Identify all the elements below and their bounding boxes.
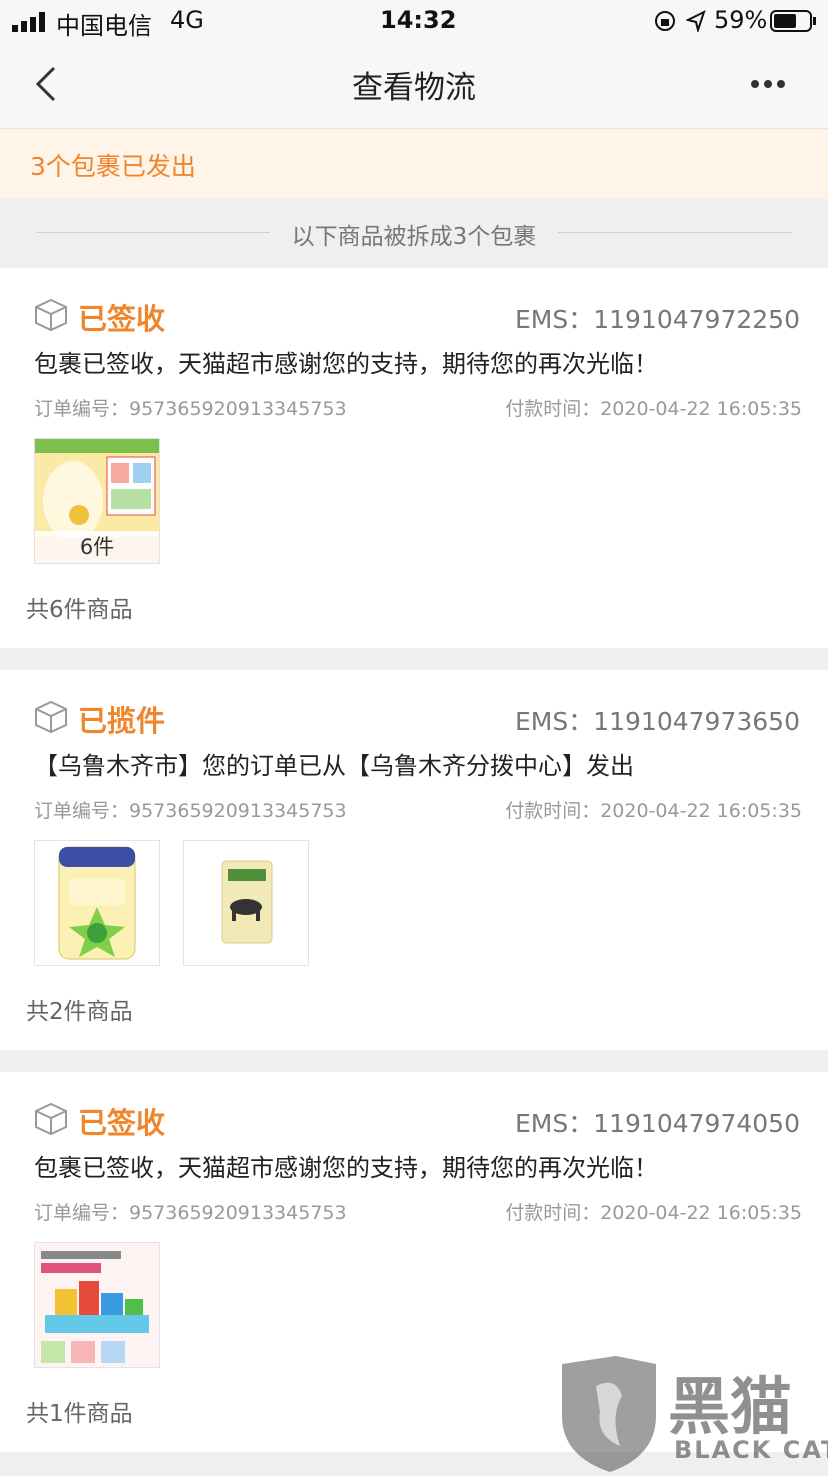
order-number: 订单编号：957365920913345753 bbox=[34, 398, 347, 420]
item-count: 共2件商品 bbox=[26, 999, 133, 1025]
more-icon[interactable] bbox=[750, 78, 786, 90]
banner-text: 3个包裹已发出 bbox=[30, 152, 196, 181]
nav-bar: 查看物流 bbox=[0, 42, 828, 129]
tracking-number[interactable]: EMS：1191047974050 bbox=[515, 1104, 800, 1140]
status-bar: 中国电信 4G 14:32 59% bbox=[0, 0, 828, 42]
tracking-message: 【乌鲁木齐市】您的订单已从【乌鲁木齐分拨中心】发出 bbox=[34, 752, 634, 780]
tracking-message: 包裹已签收，天猫超市感谢您的支持，期待您的再次光临！ bbox=[34, 350, 658, 378]
tracking-number[interactable]: EMS：1191047973650 bbox=[515, 702, 800, 738]
battery-icon bbox=[770, 10, 816, 32]
package-box-icon bbox=[35, 700, 67, 734]
package-box-icon bbox=[35, 298, 67, 332]
clock: 14:32 bbox=[380, 6, 457, 34]
watermark-en-text: BLACK CAT bbox=[674, 1436, 828, 1464]
package-status: 已签收 bbox=[78, 302, 166, 336]
package-status: 已揽件 bbox=[78, 704, 166, 738]
battery-percent: 59% bbox=[714, 6, 768, 34]
tracking-number[interactable]: EMS：1191047972250 bbox=[515, 300, 800, 336]
product-thumbnail[interactable] bbox=[183, 840, 309, 966]
quantity-badge: 6件 bbox=[35, 531, 159, 563]
payment-time: 付款时间：2020-04-22 16:05:35 bbox=[505, 1202, 802, 1224]
milk-can-image bbox=[35, 841, 159, 965]
shipment-banner: 3个包裹已发出 bbox=[0, 129, 828, 199]
watermark-cn-text: 黑猫 bbox=[668, 1370, 793, 1443]
order-number: 订单编号：957365920913345753 bbox=[34, 800, 347, 822]
package-card[interactable]: 已签收 EMS：1191047972250 包裹已签收，天猫超市感谢您的支持，期… bbox=[0, 268, 828, 648]
package-card[interactable]: 已揽件 EMS：1191047973650 【乌鲁木齐市】您的订单已从【乌鲁木齐… bbox=[0, 670, 828, 1050]
page-title: 查看物流 bbox=[352, 70, 476, 106]
black-cat-watermark: 黑猫 BLACK CAT bbox=[556, 1356, 828, 1472]
carrier-label: 中国电信 bbox=[56, 12, 152, 40]
signal-icon bbox=[12, 12, 45, 32]
network-label: 4G bbox=[170, 6, 204, 34]
item-count: 共6件商品 bbox=[26, 597, 133, 623]
orientation-lock-icon bbox=[655, 11, 675, 31]
product-thumbnail[interactable]: 6件 bbox=[34, 438, 160, 564]
product-thumbnail[interactable] bbox=[34, 840, 160, 966]
payment-time: 付款时间：2020-04-22 16:05:35 bbox=[505, 800, 802, 822]
item-count: 共1件商品 bbox=[26, 1401, 133, 1427]
product-thumbnail[interactable] bbox=[34, 1242, 160, 1368]
package-box-icon bbox=[35, 1102, 67, 1136]
order-number: 订单编号：957365920913345753 bbox=[34, 1202, 347, 1224]
split-divider: 以下商品被拆成3个包裹 bbox=[0, 199, 828, 267]
location-icon bbox=[686, 10, 706, 32]
building-block-table-image bbox=[35, 1243, 159, 1367]
split-note: 以下商品被拆成3个包裹 bbox=[281, 224, 547, 250]
package-status: 已签收 bbox=[78, 1106, 166, 1140]
payment-time: 付款时间：2020-04-22 16:05:35 bbox=[505, 398, 802, 420]
tracking-message: 包裹已签收，天猫超市感谢您的支持，期待您的再次光临！ bbox=[34, 1154, 658, 1182]
milk-pouch-image bbox=[184, 841, 308, 965]
